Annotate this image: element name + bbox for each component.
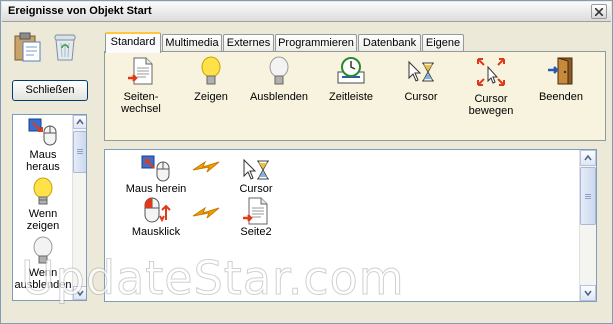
toolbar-item-cursor[interactable]: Cursor <box>391 56 451 103</box>
scroll-up-icon[interactable] <box>73 115 86 129</box>
event-trigger-list[interactable]: Maus heraus Wenn zeigen Wenn ausblenden <box>12 114 87 301</box>
tab-externes[interactable]: Externes <box>223 34 274 52</box>
event-action-label: Cursor <box>239 183 273 195</box>
tab-eigene[interactable]: Eigene <box>422 34 464 52</box>
toolbar-item-label: Zeitleiste <box>328 91 374 103</box>
toolbar-item-label: Cursor bewegen <box>468 93 514 117</box>
tab-standard[interactable]: Standard <box>105 32 161 53</box>
toolbar-item-label: Zeigen <box>194 91 228 103</box>
toolbar-item-label: Ausblenden <box>249 91 309 103</box>
title-bar: Ereignisse von Objekt Start <box>2 2 611 22</box>
window-title: Ereignisse von Objekt Start <box>8 5 152 17</box>
lightbulb-off-icon <box>33 236 53 264</box>
list-item-label: Maus heraus <box>26 149 60 173</box>
scroll-up-icon[interactable] <box>580 150 596 166</box>
toolbar-item-hide[interactable]: Ausblenden <box>247 56 311 103</box>
tab-datenbank[interactable]: Datenbank <box>358 34 421 52</box>
action-toolbar: Seiten- wechsel Zeigen Ausblenden Zeitle… <box>104 51 606 141</box>
cursor-hourglass-icon <box>243 158 269 180</box>
event-trigger-label: Maus herein <box>125 183 187 195</box>
page-change-icon <box>128 57 153 85</box>
event-action-cursor[interactable]: Cursor <box>231 155 281 195</box>
lightbulb-off-icon <box>269 56 289 85</box>
list-item[interactable]: Wenn zeigen <box>13 177 73 232</box>
mouse-click-icon <box>144 197 171 223</box>
lightning-icon <box>192 206 220 219</box>
scroll-down-icon[interactable] <box>580 285 596 301</box>
list-item[interactable]: Maus heraus <box>13 118 73 173</box>
exit-door-icon <box>548 57 573 85</box>
toolbar-item-cursor-move[interactable]: Cursor bewegen <box>459 56 523 117</box>
event-action-label: Seite2 <box>240 226 272 238</box>
toolbar-item-label: Seiten- wechsel <box>121 91 161 115</box>
trash-icon[interactable] <box>51 32 79 66</box>
toolbar-item-label: Cursor <box>404 91 438 103</box>
page-change-icon <box>243 197 268 225</box>
list-item-label: Wenn zeigen <box>26 208 60 232</box>
event-trigger-mouse-click[interactable]: Mausklick <box>125 196 187 238</box>
clipboard-icon[interactable] <box>13 31 43 66</box>
list-item[interactable]: Wenn ausblenden <box>13 236 73 291</box>
timeline-icon <box>337 57 365 84</box>
lightbulb-on-icon <box>33 177 53 205</box>
toolbar-item-exit[interactable]: Beenden <box>533 56 589 103</box>
scrollbar-thumb[interactable] <box>73 131 86 173</box>
event-trigger-mouse-in[interactable]: Maus herein <box>125 155 187 195</box>
list-item-label: Wenn ausblenden <box>14 267 72 291</box>
toolbar-item-timeline[interactable]: Zeitleiste <box>321 56 381 103</box>
lightbulb-on-icon <box>201 56 221 85</box>
event-canvas[interactable]: Maus herein Cursor Mausklick Seite2 <box>104 149 597 302</box>
tab-programmieren[interactable]: Programmieren <box>275 34 357 52</box>
canvas-scrollbar[interactable] <box>579 150 596 301</box>
mouse-in-icon <box>141 155 170 182</box>
toolbar-item-show[interactable]: Zeigen <box>183 56 239 103</box>
lightning-icon <box>192 160 220 173</box>
close-button[interactable]: Schließen <box>12 80 88 101</box>
mouse-out-icon <box>28 118 57 146</box>
list-scrollbar[interactable] <box>72 115 86 300</box>
scroll-down-icon[interactable] <box>73 286 86 300</box>
tab-multimedia[interactable]: Multimedia <box>162 34 222 52</box>
cursor-hourglass-icon <box>408 60 434 82</box>
close-icon[interactable] <box>591 4 607 19</box>
cursor-move-icon <box>477 58 505 86</box>
toolbar-item-label: Beenden <box>538 91 584 103</box>
event-trigger-label: Mausklick <box>131 226 181 238</box>
events-window: Ereignisse von Objekt Start Schließen Ma… <box>0 0 613 324</box>
toolbar-item-page-change[interactable]: Seiten- wechsel <box>113 56 169 115</box>
scrollbar-thumb[interactable] <box>580 167 596 225</box>
event-action-page[interactable]: Seite2 <box>231 196 281 238</box>
